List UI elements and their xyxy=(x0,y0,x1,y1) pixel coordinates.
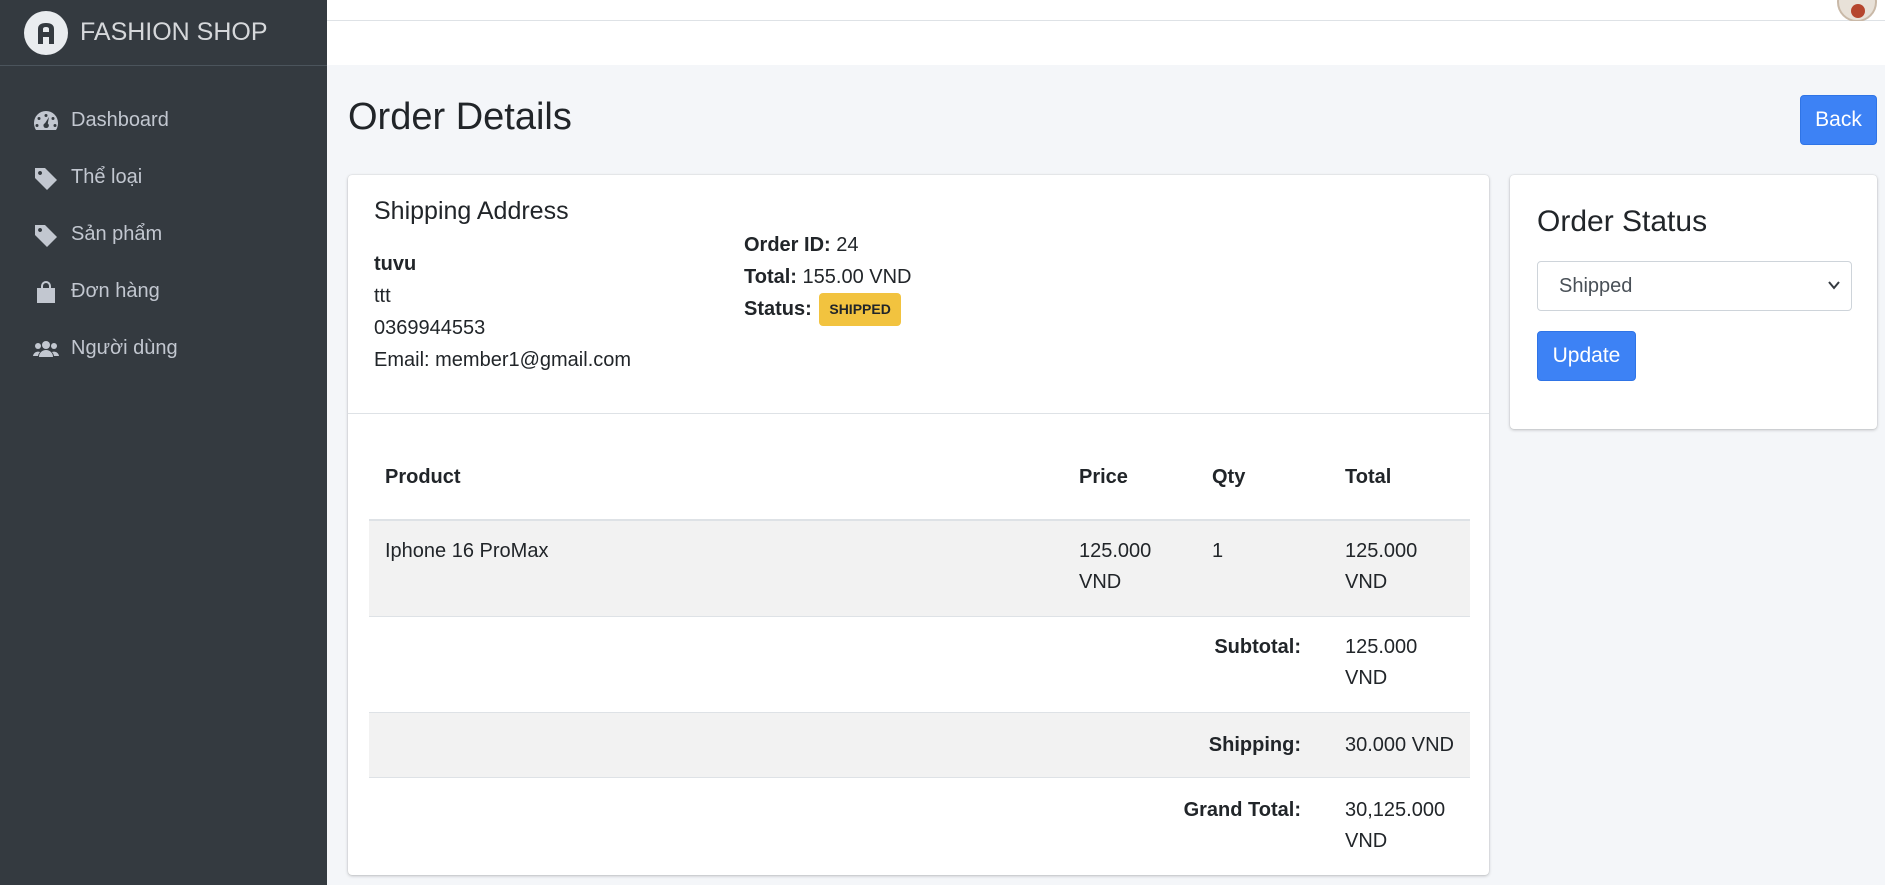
top-navbar xyxy=(327,0,1885,22)
order-total: 155.00 VND xyxy=(802,266,912,288)
page-title: Order Details xyxy=(348,96,572,138)
customer-name: tuvu xyxy=(374,253,417,275)
sidebar-item-label: Thể loại xyxy=(71,166,143,188)
column-header-price: Price xyxy=(1063,435,1196,521)
column-header-product: Product xyxy=(369,435,1063,521)
subtotal-label: Subtotal: xyxy=(369,615,1329,712)
order-details-card: Shipping Address tuvu ttt 0369944553 Ema… xyxy=(348,175,1489,885)
sidebar-item-dashboard[interactable]: Dashboard xyxy=(0,92,327,149)
grand-total-value: 30,125.000 VND xyxy=(1329,776,1470,885)
order-summary: Order ID: 24 Total: 155.00 VND Status: S… xyxy=(744,229,911,327)
sidebar-item-label: Sản phẩm xyxy=(71,223,163,245)
order-total-label: Total: xyxy=(744,266,797,288)
back-button[interactable]: Back xyxy=(1800,95,1877,145)
shopping-bag-icon xyxy=(32,280,60,304)
subtotal-row: Subtotal: 125.000 VND xyxy=(369,615,1470,712)
grand-total-row: Grand Total: 30,125.000 VND xyxy=(369,776,1470,885)
shipping-label: Shipping: xyxy=(369,711,1329,777)
product-qty: 1 xyxy=(1196,519,1329,616)
order-total-row: Total: 155.00 VND xyxy=(744,261,911,293)
sidebar-item-products[interactable]: Sản phẩm xyxy=(0,206,327,263)
shipping-address: tuvu ttt 0369944553 Email: member1@gmail… xyxy=(374,248,631,376)
order-status-label: Status: xyxy=(744,298,812,320)
divider xyxy=(348,413,1489,414)
sidebar-item-categories[interactable]: Thể loại xyxy=(0,149,327,206)
shipping-row: Shipping: 30.000 VND xyxy=(369,711,1470,777)
order-status-select[interactable]: Shipped xyxy=(1537,261,1852,311)
dashboard-icon xyxy=(32,109,60,133)
table-header-row: Product Price Qty Total xyxy=(369,435,1470,521)
product-name: Iphone 16 ProMax xyxy=(369,519,1063,616)
order-status-title: Order Status xyxy=(1537,205,1708,238)
brand[interactable]: FASHION SHOP xyxy=(0,0,327,66)
chevron-down-icon xyxy=(1828,281,1840,290)
order-id: 24 xyxy=(836,234,859,256)
order-id-row: Order ID: 24 xyxy=(744,229,911,261)
product-price: 125.000 VND xyxy=(1063,519,1196,616)
sidebar: FASHION SHOP Dashboard Thể loại Sản phẩm… xyxy=(0,0,327,885)
order-status-selected: Shipped xyxy=(1559,274,1633,297)
status-badge: SHIPPED xyxy=(819,293,901,327)
sidebar-item-label: Đơn hàng xyxy=(71,280,160,302)
shipping-address-title: Shipping Address xyxy=(374,197,569,225)
order-items-table: Product Price Qty Total Iphone 16 ProMax… xyxy=(369,435,1470,885)
tag-icon xyxy=(32,166,60,190)
update-button[interactable]: Update xyxy=(1537,331,1636,381)
user-avatar[interactable] xyxy=(1837,0,1877,22)
content-header-strip xyxy=(327,21,1885,65)
customer-address: ttt xyxy=(374,285,391,307)
sidebar-item-label: Người dùng xyxy=(71,337,178,359)
column-header-qty: Qty xyxy=(1196,435,1329,521)
order-id-label: Order ID: xyxy=(744,234,831,256)
order-status-card: Order Status Shipped Update xyxy=(1510,175,1877,429)
customer-phone: 0369944553 xyxy=(374,317,486,339)
tag-icon xyxy=(32,223,60,247)
subtotal-value: 125.000 VND xyxy=(1329,615,1470,712)
grand-total-label: Grand Total: xyxy=(369,776,1329,885)
customer-email: Email: member1@gmail.com xyxy=(374,349,632,371)
table-row: Iphone 16 ProMax 125.000 VND 1 125.000 V… xyxy=(369,519,1470,616)
users-icon xyxy=(32,337,60,361)
brand-name: FASHION SHOP xyxy=(80,18,268,46)
shipping-value: 30.000 VND xyxy=(1329,711,1470,777)
sidebar-nav: Dashboard Thể loại Sản phẩm Đơn hàng Ngư… xyxy=(0,66,327,377)
brand-logo-icon xyxy=(24,10,68,55)
sidebar-item-orders[interactable]: Đơn hàng xyxy=(0,263,327,320)
sidebar-item-label: Dashboard xyxy=(71,109,169,131)
product-total: 125.000 VND xyxy=(1329,519,1470,616)
column-header-total: Total xyxy=(1329,435,1470,521)
sidebar-item-users[interactable]: Người dùng xyxy=(0,320,327,377)
order-status-row: Status: SHIPPED xyxy=(744,293,911,327)
